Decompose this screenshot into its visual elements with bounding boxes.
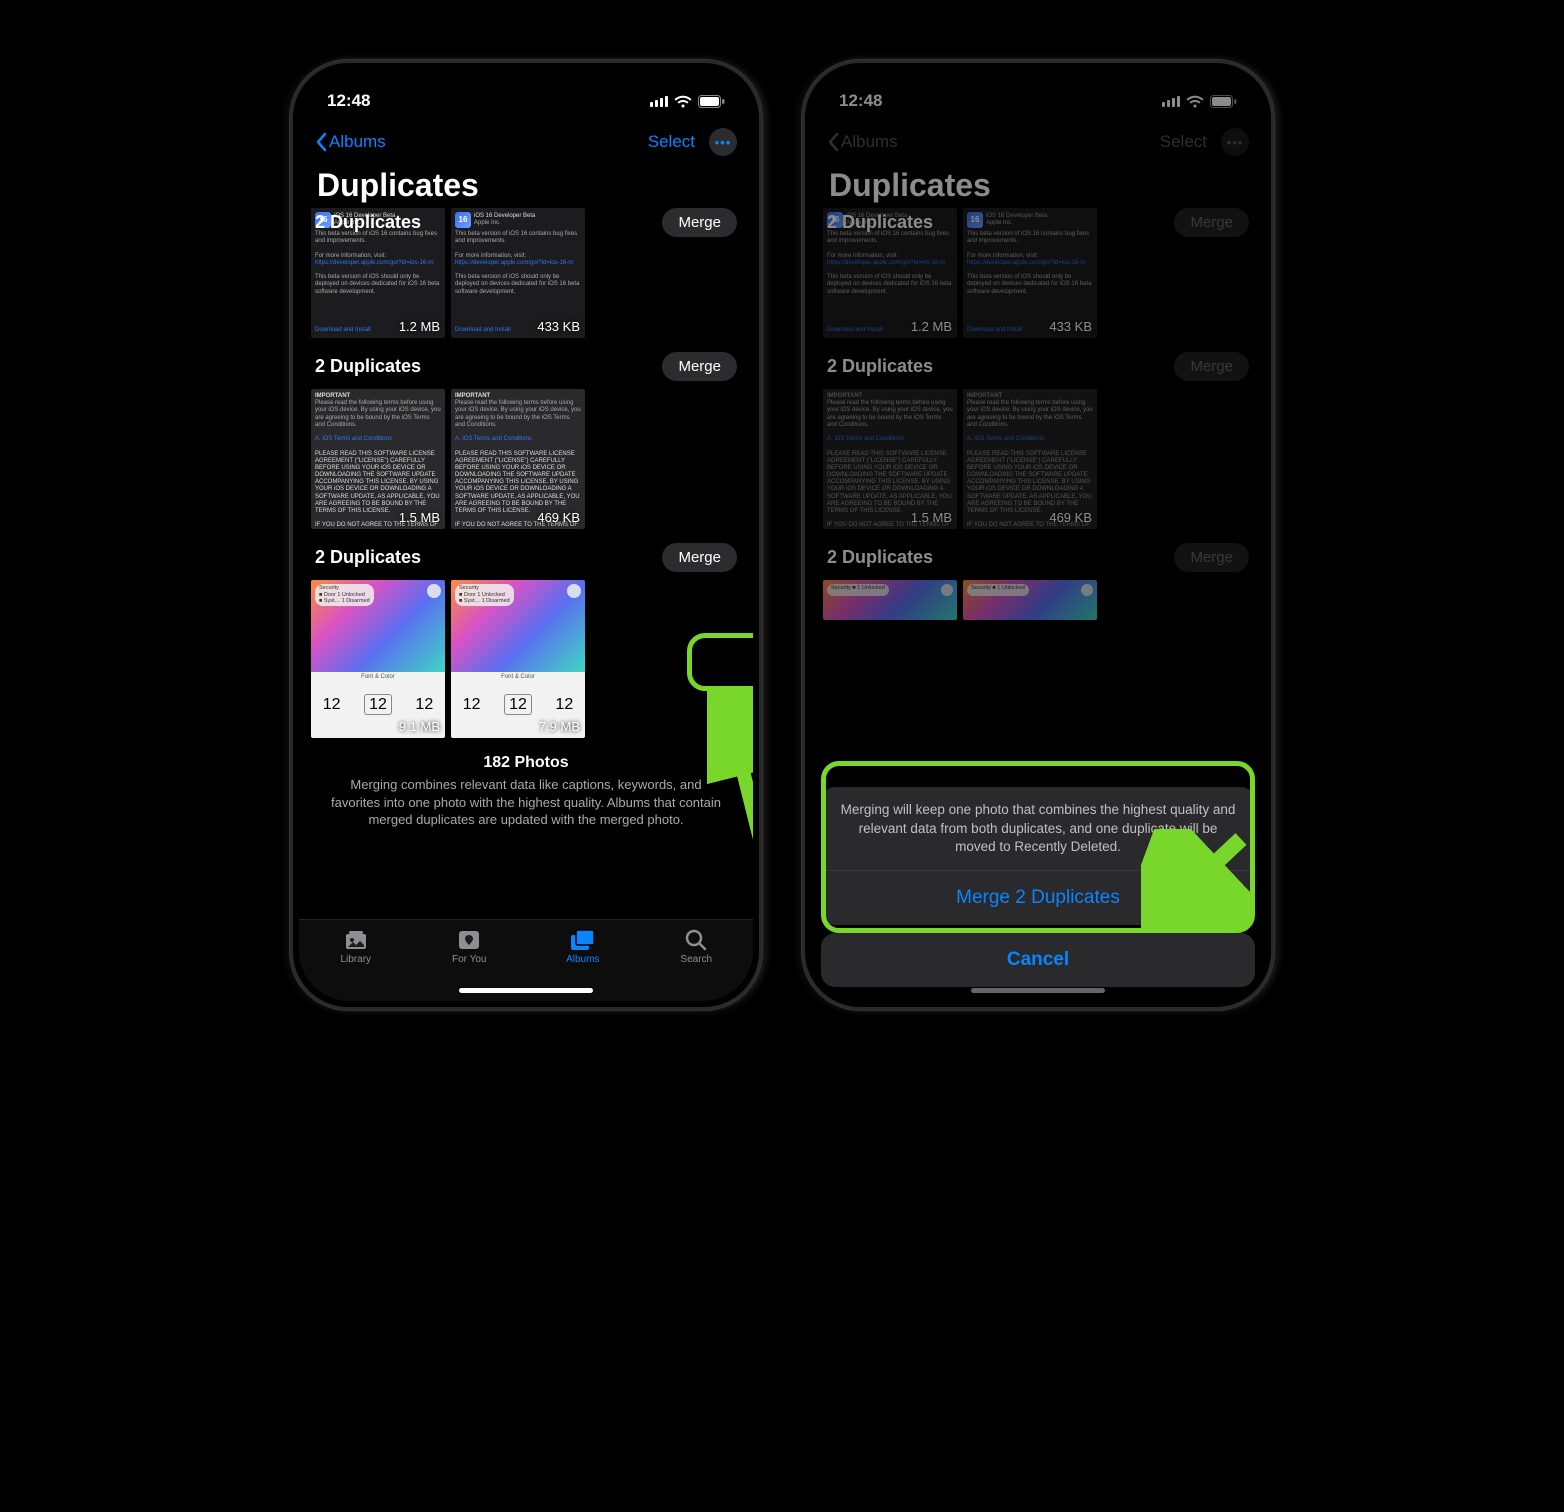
file-size: 7.9 MB <box>539 719 580 735</box>
home-indicator[interactable] <box>459 988 593 993</box>
chevron-left-icon <box>315 132 327 152</box>
duplicate-group: 2 Duplicates Merge 16 iOS 16 Developer B… <box>311 208 741 338</box>
battery-icon <box>698 95 725 108</box>
notch <box>446 69 606 103</box>
library-icon <box>343 928 369 952</box>
back-label: Albums <box>329 132 386 152</box>
phone-right: 12:48 Albums Select ••• Duplicates 2 Du <box>802 60 1274 1010</box>
group-label: 2 Duplicates <box>315 547 421 568</box>
select-button[interactable]: Select <box>648 132 695 152</box>
back-button[interactable]: Albums <box>315 132 386 152</box>
tab-for-you[interactable]: For You <box>413 928 527 965</box>
duplicate-thumb[interactable]: Security■ Door 1 Unlocked■ Syst… 1 Disar… <box>311 580 445 738</box>
tab-label: Search <box>680 954 712 965</box>
tab-label: Library <box>340 954 371 965</box>
duplicate-thumb[interactable]: Security■ Door 1 Unlocked■ Syst… 1 Disar… <box>451 580 585 738</box>
footer-summary: 182 Photos Merging combines relevant dat… <box>311 746 741 835</box>
tab-label: Albums <box>566 954 599 965</box>
action-sheet: Merging will keep one photo that combine… <box>821 787 1255 987</box>
home-indicator[interactable] <box>971 988 1105 993</box>
for-you-icon <box>457 928 481 952</box>
merge-button[interactable]: Merge <box>662 352 737 381</box>
phone-left: 12:48 Albums Select ••• Duplicates <box>290 60 762 1010</box>
nav-bar: Albums Select ••• <box>299 119 753 163</box>
file-size: 9.1 MB <box>399 719 440 735</box>
file-size: 1.5 MB <box>399 510 440 526</box>
photo-count: 182 Photos <box>327 754 725 772</box>
duplicate-thumb[interactable]: IMPORTANT Please read the following term… <box>451 389 585 529</box>
tab-library[interactable]: Library <box>299 928 413 965</box>
duplicate-group: 2 Duplicates Merge Security■ Door 1 Unlo… <box>311 537 741 738</box>
notch <box>958 69 1118 103</box>
merge-duplicates-button[interactable]: Merge 2 Duplicates <box>821 870 1255 925</box>
group-label: 2 Duplicates <box>315 356 421 377</box>
sheet-message: Merging will keep one photo that combine… <box>821 787 1255 870</box>
status-time: 12:48 <box>327 91 370 111</box>
albums-icon <box>570 928 596 952</box>
tab-search[interactable]: Search <box>640 928 754 965</box>
duplicate-thumb[interactable]: IMPORTANT Please read the following term… <box>311 389 445 529</box>
tab-label: For You <box>452 954 486 965</box>
file-size: 1.2 MB <box>399 319 440 335</box>
more-button[interactable]: ••• <box>709 128 737 156</box>
merge-button[interactable]: Merge <box>662 208 737 237</box>
tab-bar: Library For You Albums Search <box>299 919 753 1001</box>
merge-button[interactable]: Merge <box>662 543 737 572</box>
file-size: 469 KB <box>537 510 580 526</box>
signal-icon <box>650 95 668 107</box>
screen-right: 12:48 Albums Select ••• Duplicates 2 Du <box>811 69 1265 1001</box>
group-label: 2 Duplicates <box>315 212 421 233</box>
footer-description: Merging combines relevant data like capt… <box>327 776 725 829</box>
wifi-icon <box>674 95 692 108</box>
cancel-button[interactable]: Cancel <box>821 933 1255 987</box>
tab-albums[interactable]: Albums <box>526 928 640 965</box>
file-size: 433 KB <box>537 319 580 335</box>
duplicate-group: 2 Duplicates Merge IMPORTANT Please read… <box>311 346 741 529</box>
ellipsis-icon: ••• <box>715 135 732 150</box>
search-icon <box>685 928 707 952</box>
screen-left: 12:48 Albums Select ••• Duplicates <box>299 69 753 1001</box>
